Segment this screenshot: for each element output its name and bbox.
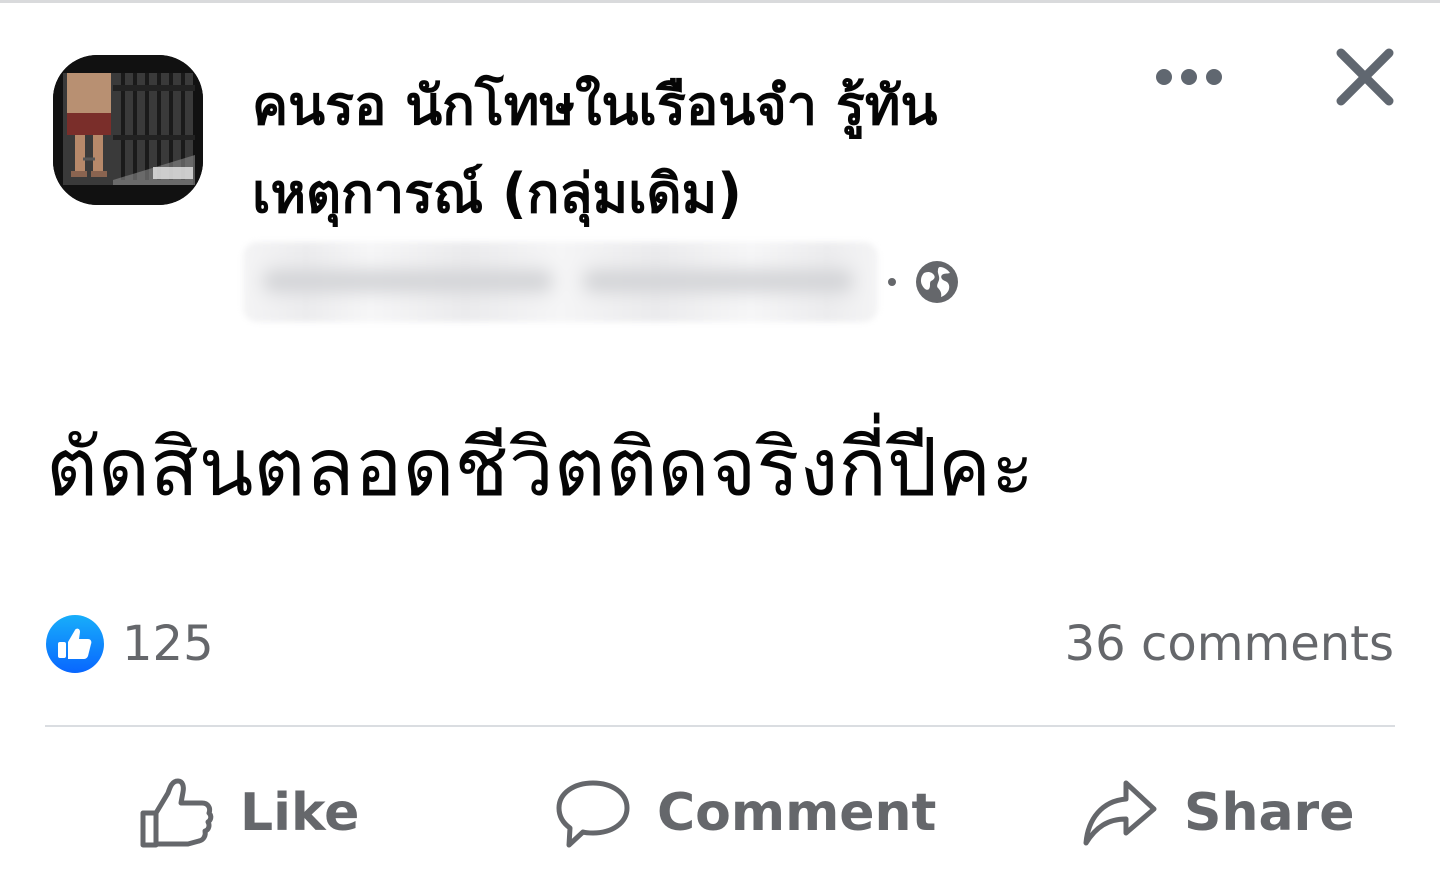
more-options-icon[interactable] xyxy=(1156,62,1222,92)
like-button[interactable]: Like xyxy=(138,768,359,858)
thumbs-up-icon xyxy=(140,778,214,848)
like-reaction-icon[interactable] xyxy=(45,614,105,674)
close-icon[interactable] xyxy=(1334,46,1396,108)
divider xyxy=(45,725,1395,727)
more-dot xyxy=(1181,69,1197,85)
top-border xyxy=(0,0,1440,3)
group-name-link[interactable]: คนรอ นักโทษในเรือนจำ รู้ทัน เหตุการณ์ (ก… xyxy=(252,62,1112,238)
share-label: Share xyxy=(1184,783,1355,843)
comment-button[interactable]: Comment xyxy=(555,768,936,858)
meta-separator-dot xyxy=(888,278,896,286)
globe-icon xyxy=(916,261,958,303)
reaction-count[interactable]: 125 xyxy=(122,612,214,676)
group-avatar[interactable] xyxy=(53,55,203,205)
more-dot xyxy=(1206,69,1222,85)
more-dot xyxy=(1156,69,1172,85)
post-text: ตัดสินตลอดชีวิตติดจริงกี่ปีคะ xyxy=(46,421,1035,514)
group-avatar-image xyxy=(53,55,203,205)
comment-bubble-icon xyxy=(556,780,630,848)
share-button[interactable]: Share xyxy=(1082,768,1354,858)
post-meta xyxy=(243,242,960,322)
comments-count-link[interactable]: 36 comments xyxy=(1065,612,1394,676)
like-label: Like xyxy=(240,783,360,843)
blurred-author-and-time xyxy=(243,242,878,322)
comment-label: Comment xyxy=(657,783,937,843)
share-arrow-icon xyxy=(1083,780,1157,846)
